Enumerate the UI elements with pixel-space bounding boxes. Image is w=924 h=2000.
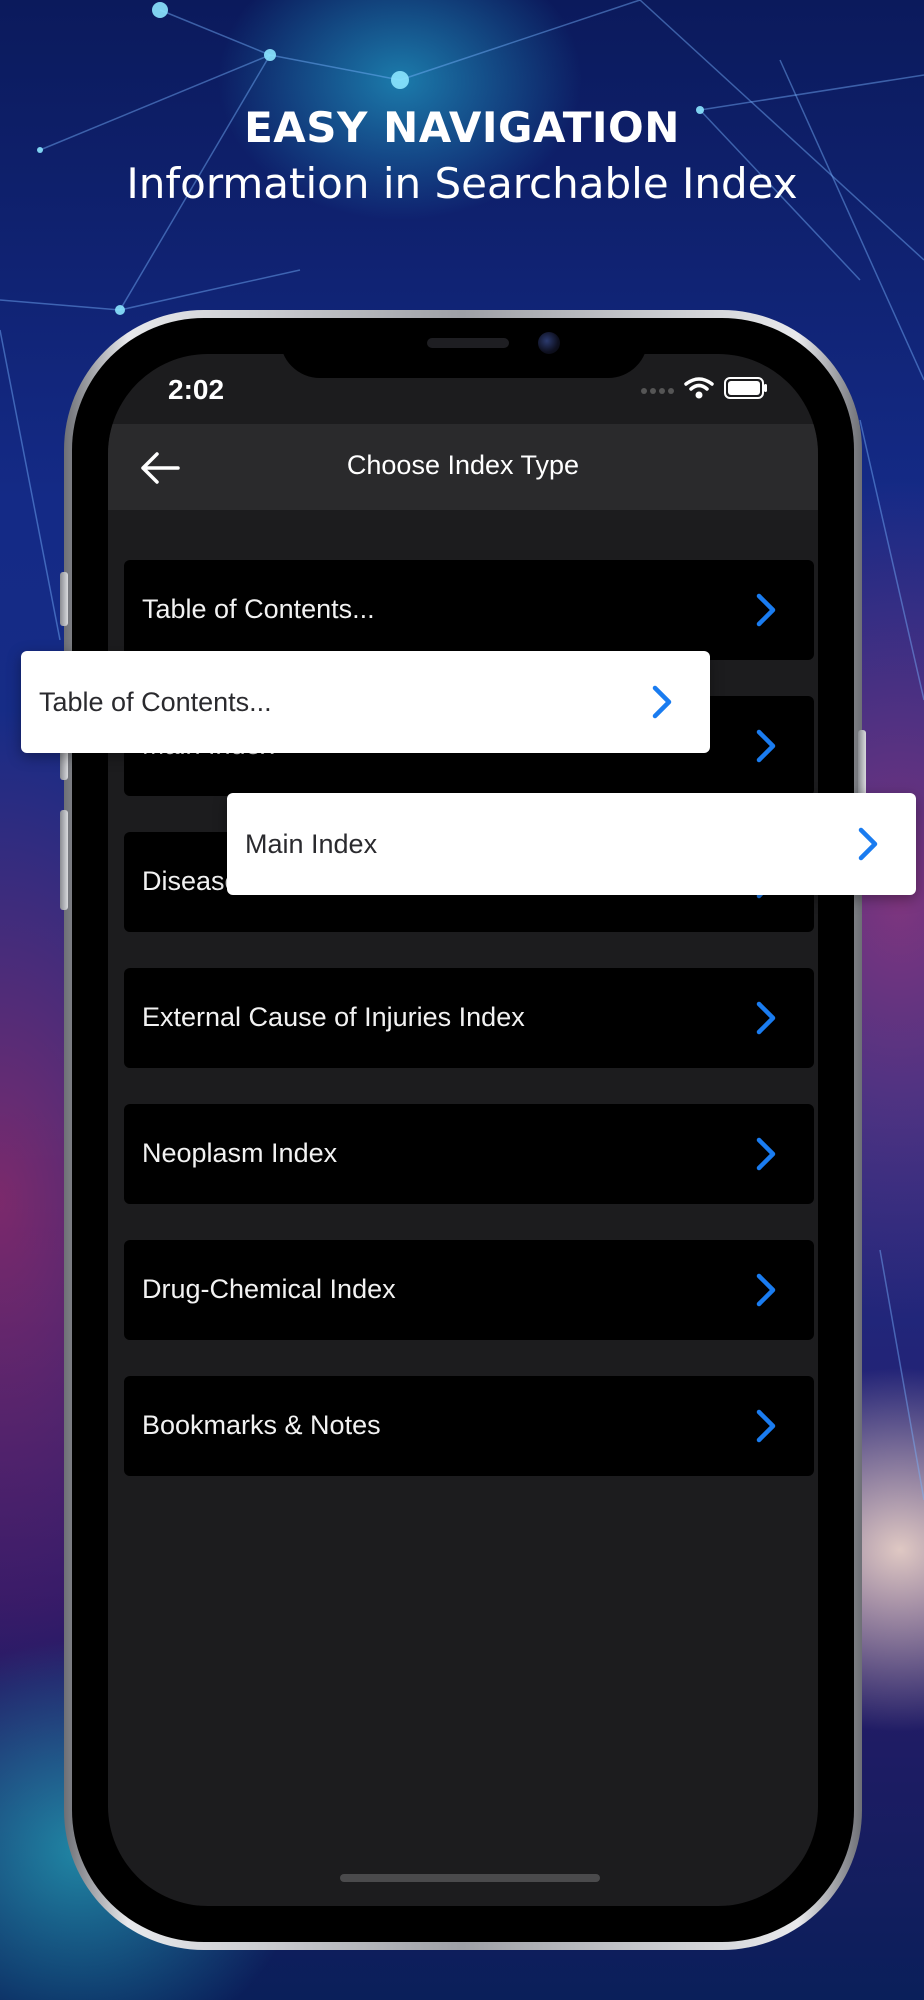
status-icons [640,376,768,405]
row-label: Bookmarks & Notes [142,1410,381,1440]
highlight-card-table-of-contents[interactable]: Table of Contents... [21,651,710,753]
notch [280,318,648,378]
card-label: Table of Contents... [39,687,272,717]
chevron-right-icon [756,729,776,763]
home-indicator [340,1874,600,1882]
chevron-right-icon [756,1273,776,1307]
card-label: Main Index [245,829,378,859]
volume-down-button [60,810,68,910]
page-title: Choose Index Type [346,450,580,480]
chevron-right-icon [756,1001,776,1035]
index-row-neoplasm[interactable]: Neoplasm Index [124,1104,814,1204]
app-screen: 2:02 Choose Index Type Table of Contents… [108,354,818,1906]
headline: EASY NAVIGATION [244,103,680,152]
phone-bezel: 2:02 Choose Index Type Table of Contents… [72,318,854,1942]
subheadline: Information in Searchable Index [126,159,798,208]
wifi-icon [684,376,714,405]
chevron-right-icon [756,593,776,627]
index-row-table-of-contents[interactable]: Table of Contents... [124,560,814,660]
chevron-right-icon [756,1409,776,1443]
index-row-external-cause[interactable]: External Cause of Injuries Index [124,968,814,1068]
highlight-card-main-index[interactable]: Main Index [227,793,916,895]
phone-frame: 2:02 Choose Index Type Table of Contents… [60,310,866,1950]
chevron-right-icon [858,827,878,861]
row-label: Drug-Chemical Index [142,1274,396,1304]
row-label: Disease [142,866,240,896]
front-camera [538,332,560,354]
silent-switch [60,572,68,626]
promo-header: EASY NAVIGATION Information in Searchabl… [0,100,924,212]
battery-icon [724,377,768,404]
row-label: External Cause of Injuries Index [142,1002,525,1032]
row-label: Neoplasm Index [142,1138,338,1168]
signal-dots-icon [640,382,674,400]
navigation-bar: Choose Index Type [108,424,818,510]
chevron-right-icon [756,1137,776,1171]
status-time: 2:02 [168,374,225,405]
row-label: Table of Contents... [142,594,375,624]
earpiece-speaker [427,338,509,348]
index-row-bookmarks-notes[interactable]: Bookmarks & Notes [124,1376,814,1476]
chevron-right-icon [652,685,672,719]
index-row-drug-chemical[interactable]: Drug-Chemical Index [124,1240,814,1340]
